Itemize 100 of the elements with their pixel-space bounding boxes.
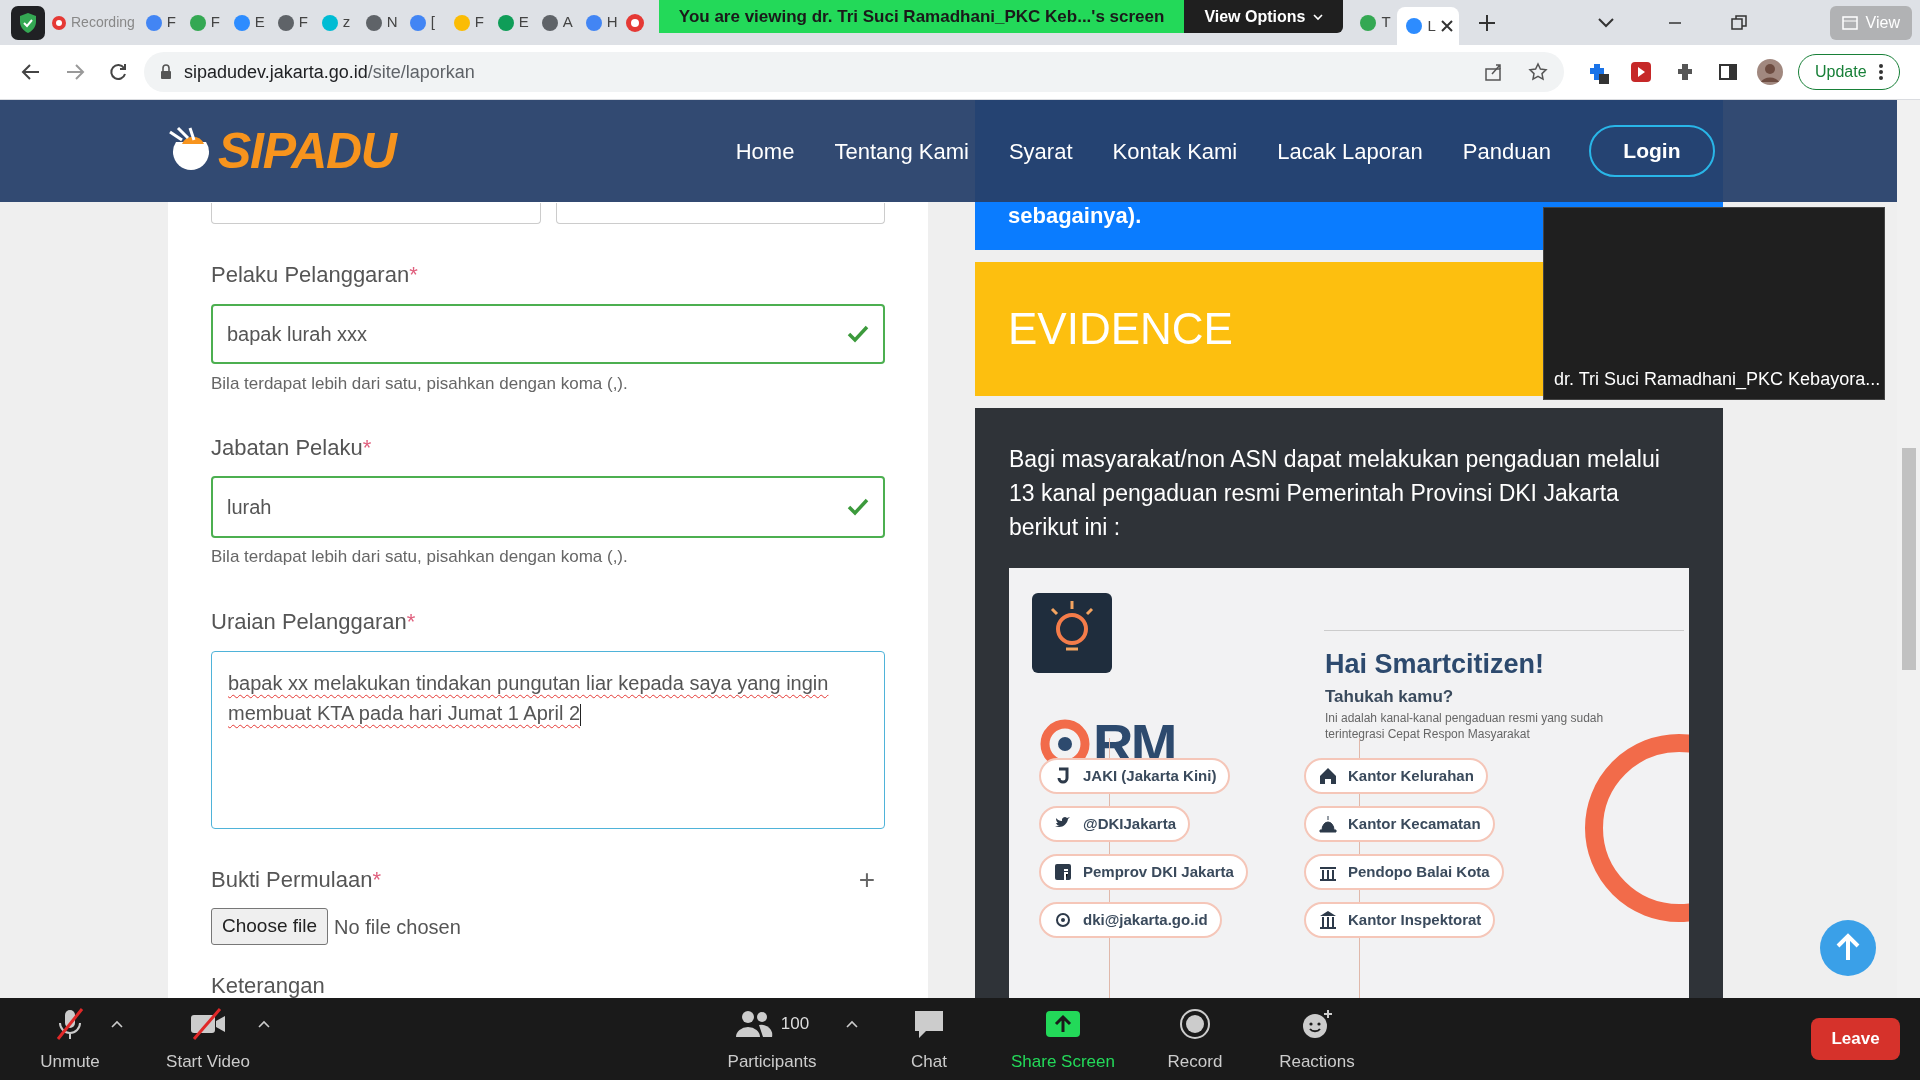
infographic-subheading: Tahukah kamu? — [1325, 686, 1454, 708]
date-field[interactable] — [211, 203, 541, 224]
channel-pill: Pemprov DKI Jakarta — [1039, 854, 1248, 890]
close-icon[interactable] — [1439, 19, 1454, 33]
chat-button[interactable]: Chat — [900, 1006, 958, 1074]
back-icon[interactable] — [21, 63, 41, 81]
choose-file-button[interactable]: Choose file — [211, 908, 329, 945]
channel-pill: Kantor Kelurahan — [1304, 758, 1488, 794]
recording-label: Recording — [71, 13, 135, 32]
text-field[interactable]: lurah — [211, 476, 885, 538]
browser-tab[interactable]: [ — [402, 5, 447, 40]
share-button[interactable]: Share Screen — [1000, 1006, 1126, 1074]
scroll-top-button[interactable] — [1820, 920, 1876, 976]
more-icon — [1878, 64, 1883, 80]
channel-pill: Kantor Kecamatan — [1304, 806, 1495, 842]
tab-favicon-icon — [276, 13, 295, 32]
reload-icon[interactable] — [108, 62, 128, 82]
browser-tab[interactable]: L — [1397, 7, 1460, 45]
tab-favicon-icon — [320, 13, 339, 32]
browser-tab[interactable]: F — [182, 5, 227, 40]
field-label: Jabatan Pelaku* — [211, 434, 373, 462]
new-tab-icon[interactable] — [1477, 12, 1498, 33]
browser-tab[interactable]: T — [1353, 5, 1398, 40]
browser-tab[interactable]: N — [358, 5, 403, 40]
help-text: Bila terdapat lebih dari satu, pisahkan dengan koma (,). — [211, 373, 629, 395]
browser-tab[interactable]: A — [534, 5, 579, 40]
tab-favicon-icon — [496, 13, 515, 32]
field-label: Bukti Permulaan* — [211, 866, 381, 894]
browser-tab[interactable]: F — [138, 5, 183, 40]
caret-icon[interactable] — [258, 1020, 270, 1028]
field-label: Uraian Pelanggaran* — [211, 608, 417, 636]
nav-link[interactable]: Lacak Laporan — [1277, 134, 1423, 168]
tab-favicon-icon — [188, 13, 207, 32]
mic-button[interactable]: Unmute — [18, 1006, 122, 1074]
layout-icon — [1841, 16, 1858, 30]
check-icon — [847, 498, 869, 516]
dome-icon — [1318, 814, 1338, 834]
caret-icon[interactable] — [111, 1020, 123, 1028]
address-field[interactable]: sipadudev.jakarta.go.id/site/laporkan — [144, 52, 1564, 92]
profile-avatar-icon[interactable] — [1756, 58, 1784, 86]
login-button[interactable]: Login — [1588, 125, 1715, 177]
side-panel-icon[interactable] — [1718, 62, 1738, 82]
channel-pill: @DKIJakarta — [1039, 806, 1190, 842]
restore-icon[interactable] — [1731, 14, 1748, 31]
share-icon — [1045, 1010, 1081, 1038]
extension-icon[interactable] — [1630, 61, 1652, 83]
bookmark-star-icon[interactable] — [1528, 62, 1548, 82]
tab-favicon-icon — [364, 13, 383, 32]
check-icon — [847, 325, 869, 343]
nav-link[interactable]: Syarat — [1008, 134, 1073, 168]
screen-share-banner: You are viewing dr. Tri Suci Ramadhani_PKC Keb...'s screen — [658, 0, 1185, 33]
tab-favicon-icon — [1359, 13, 1378, 32]
add-file-button[interactable]: + — [858, 866, 875, 894]
tab-favicon-icon — [408, 13, 427, 32]
file-status-text: No file chosen — [334, 914, 461, 940]
nav-link[interactable]: Tentang Kami — [834, 134, 969, 168]
share-icon[interactable] — [1484, 63, 1504, 81]
reactions-icon — [1300, 1008, 1334, 1040]
tab-favicon-icon — [452, 13, 471, 32]
lock-icon — [160, 64, 172, 80]
nav-link[interactable]: Panduan — [1462, 134, 1551, 168]
field-label: Keterangan — [211, 973, 326, 998]
video-icon — [188, 1007, 228, 1041]
tab-favicon-icon — [1405, 17, 1424, 35]
lightbulb-icon — [1032, 593, 1112, 673]
forward-icon[interactable] — [65, 63, 85, 81]
leave-button[interactable]: Leave — [1811, 1018, 1900, 1060]
caret-icon[interactable] — [846, 1020, 858, 1028]
facebook-icon — [1053, 862, 1073, 882]
browser-tab[interactable]: z — [314, 5, 359, 40]
view-options-button[interactable]: View Options — [1184, 0, 1344, 33]
nav-link[interactable]: Home — [735, 134, 795, 168]
video-button[interactable]: Start Video — [150, 1006, 266, 1074]
record-button[interactable]: Record — [1150, 1006, 1240, 1074]
infographic-text: Ini adalah kanal-kanal pengaduan resmi yang sudah terintegrasi Cepat Respon Masyarakat — [1325, 710, 1605, 742]
tab-favicon-icon — [232, 13, 251, 32]
tab-favicon-icon — [144, 13, 163, 32]
text-field[interactable]: bapak lurah xxx — [211, 304, 885, 364]
browser-tab[interactable]: F — [270, 5, 315, 40]
channel-pill: JAKI (Jakarta Kini) — [1039, 758, 1231, 794]
field-label: Pelaku Pelanggaran* — [211, 261, 419, 289]
chat-icon — [912, 1008, 946, 1040]
site-logo[interactable]: SIPADU — [168, 126, 396, 176]
browser-tab[interactable]: H — [578, 5, 623, 40]
browser-tab[interactable]: E — [490, 5, 535, 40]
channel-pill: Pendopo Balai Kota — [1304, 854, 1504, 890]
tab-favicon-icon — [584, 13, 603, 32]
channel-pill: Kantor Inspektorat — [1304, 902, 1496, 938]
shield-icon[interactable] — [11, 5, 45, 40]
description-textarea[interactable]: bapak xx melakukan tindakan pungutan liar kepada saya yang ingin membuat KTA pada hari Jumat 1 April 2 — [211, 651, 885, 829]
tab-list-icon[interactable] — [1597, 16, 1616, 29]
browser-tab[interactable]: E — [226, 5, 271, 40]
participants-button[interactable]: 100 Participants — [722, 1006, 822, 1074]
reactions-button[interactable]: Reactions — [1266, 1006, 1368, 1074]
browser-tab[interactable]: F — [446, 5, 491, 40]
panel-title: EVIDENCE — [1008, 303, 1233, 355]
time-field[interactable] — [555, 203, 885, 224]
office-icon — [1318, 910, 1338, 930]
nav-link[interactable]: Kontak Kami — [1112, 134, 1238, 168]
panel-paragraph: Bagi masyarakat/non ASN dapat melakukan pengaduan melalui 13 kanal pengaduan resmi Pemerintah Provinsi DKI Jakarta berikut ini : — [1009, 445, 1661, 542]
